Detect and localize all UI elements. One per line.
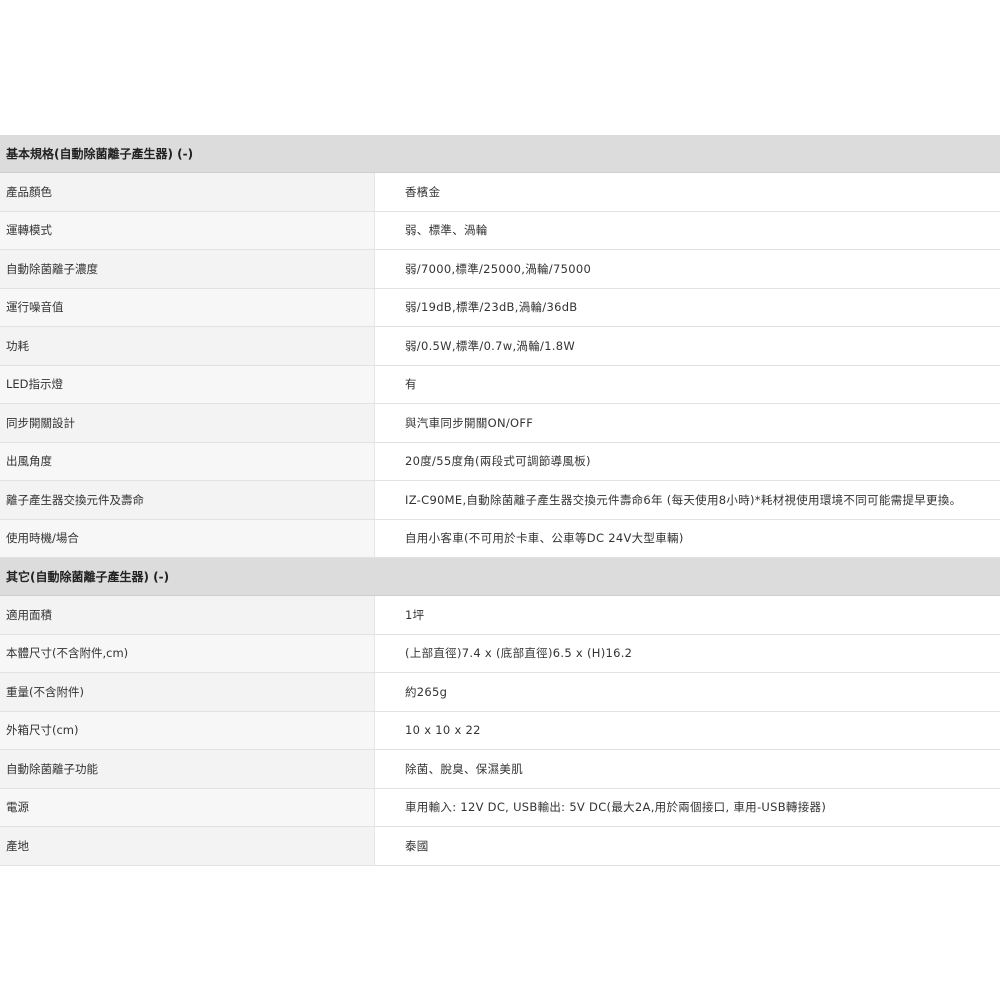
spec-value: 1坪 — [375, 596, 1000, 634]
spec-value: 弱/0.5W,標準/0.7w,渦輪/1.8W — [375, 327, 1000, 365]
spec-label: 使用時機/場合 — [0, 519, 375, 557]
spec-value: 10 x 10 x 22 — [375, 711, 1000, 749]
table-row: 重量(不含附件) 約265g — [0, 673, 1000, 712]
spec-value: 自用小客車(不可用於卡車、公車等DC 24V大型車輛) — [375, 519, 1000, 557]
spec-label: 產地 — [0, 827, 375, 865]
spec-value: 與汽車同步開關ON/OFF — [375, 404, 1000, 442]
spec-label: 功耗 — [0, 327, 375, 365]
spec-label: 出風角度 — [0, 442, 375, 480]
spec-label: 同步開關設計 — [0, 404, 375, 442]
table-row: 產品顏色 香檳金 — [0, 173, 1000, 212]
spec-label: LED指示燈 — [0, 365, 375, 403]
table-row: LED指示燈 有 — [0, 365, 1000, 404]
spec-value: 約265g — [375, 673, 1000, 711]
spec-label: 自動除菌離子功能 — [0, 750, 375, 788]
table-row: 出風角度 20度/55度角(兩段式可調節導風板) — [0, 442, 1000, 481]
spec-value: 泰國 — [375, 827, 1000, 865]
table-row: 離子產生器交換元件及壽命 IZ-C90ME,自動除菌離子產生器交換元件壽命6年 … — [0, 481, 1000, 520]
spec-value: 弱/19dB,標準/23dB,渦輪/36dB — [375, 288, 1000, 326]
spec-value: 香檳金 — [375, 173, 1000, 211]
spec-table: 基本規格(自動除菌離子產生器) (-) 產品顏色 香檳金 運轉模式 弱、標準、渦… — [0, 135, 1000, 866]
spec-label: 離子產生器交換元件及壽命 — [0, 481, 375, 519]
spec-value: 除菌、脫臭、保濕美肌 — [375, 750, 1000, 788]
spec-label: 重量(不含附件) — [0, 673, 375, 711]
section-header-other: 其它(自動除菌離子產生器) (-) — [0, 558, 1000, 596]
spec-label: 運行噪音值 — [0, 288, 375, 326]
spec-value: 車用輸入: 12V DC, USB輸出: 5V DC(最大2A,用於兩個接口, … — [375, 788, 1000, 826]
spec-value: 20度/55度角(兩段式可調節導風板) — [375, 442, 1000, 480]
spec-value: 弱/7000,標準/25000,渦輪/75000 — [375, 250, 1000, 288]
spec-value: 弱、標準、渦輪 — [375, 211, 1000, 249]
spec-label: 產品顏色 — [0, 173, 375, 211]
spec-value: 有 — [375, 365, 1000, 403]
spec-label: 外箱尺寸(cm) — [0, 711, 375, 749]
spec-label: 運轉模式 — [0, 211, 375, 249]
table-row: 自動除菌離子濃度 弱/7000,標準/25000,渦輪/75000 — [0, 250, 1000, 289]
spec-value: (上部直徑)7.4 x (底部直徑)6.5 x (H)16.2 — [375, 634, 1000, 672]
table-row: 電源 車用輸入: 12V DC, USB輸出: 5V DC(最大2A,用於兩個接… — [0, 788, 1000, 827]
table-row: 適用面積 1坪 — [0, 596, 1000, 635]
spec-label: 適用面積 — [0, 596, 375, 634]
table-row: 產地 泰國 — [0, 827, 1000, 866]
section-header-basic-specs: 基本規格(自動除菌離子產生器) (-) — [0, 135, 1000, 173]
spec-value: IZ-C90ME,自動除菌離子產生器交換元件壽命6年 (每天使用8小時)*耗材視… — [375, 481, 1000, 519]
table-row: 運轉模式 弱、標準、渦輪 — [0, 211, 1000, 250]
spec-label: 電源 — [0, 788, 375, 826]
spec-label: 本體尺寸(不含附件,cm) — [0, 634, 375, 672]
table-row: 本體尺寸(不含附件,cm) (上部直徑)7.4 x (底部直徑)6.5 x (H… — [0, 634, 1000, 673]
table-row: 使用時機/場合 自用小客車(不可用於卡車、公車等DC 24V大型車輛) — [0, 519, 1000, 558]
table-row: 運行噪音值 弱/19dB,標準/23dB,渦輪/36dB — [0, 288, 1000, 327]
table-row: 同步開關設計 與汽車同步開關ON/OFF — [0, 404, 1000, 443]
table-row: 功耗 弱/0.5W,標準/0.7w,渦輪/1.8W — [0, 327, 1000, 366]
spec-label: 自動除菌離子濃度 — [0, 250, 375, 288]
table-row: 自動除菌離子功能 除菌、脫臭、保濕美肌 — [0, 750, 1000, 789]
table-row: 外箱尺寸(cm) 10 x 10 x 22 — [0, 711, 1000, 750]
